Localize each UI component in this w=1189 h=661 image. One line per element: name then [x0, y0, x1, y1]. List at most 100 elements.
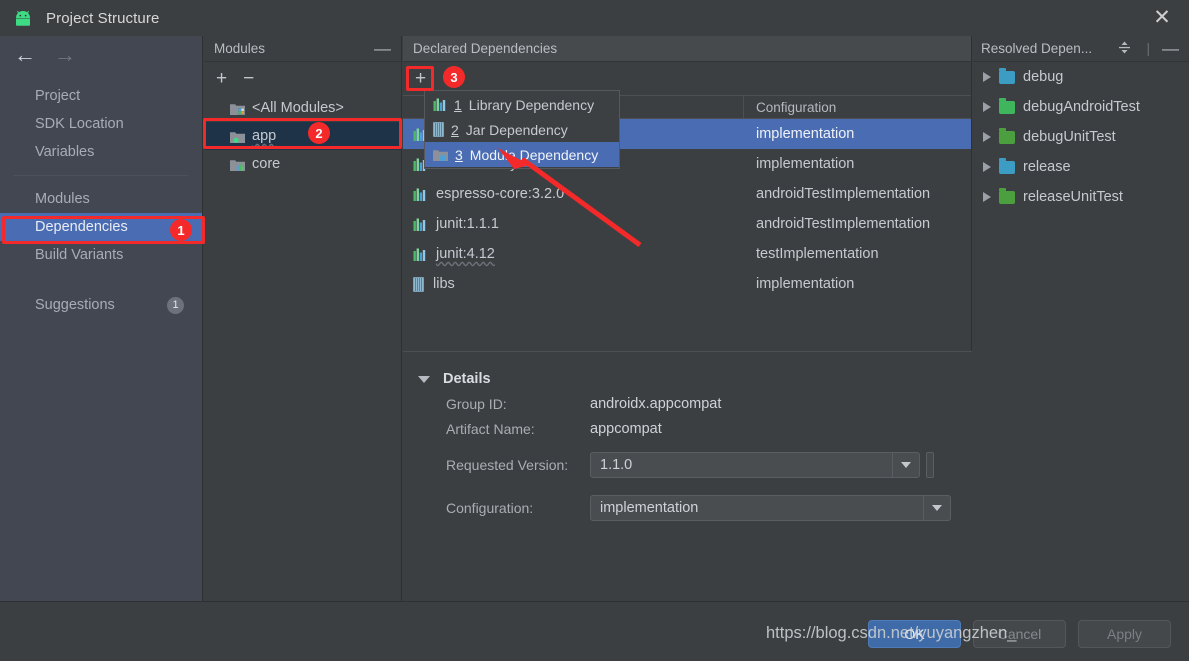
resolved-row-debug[interactable]: debug	[973, 62, 1189, 92]
project-structure-dialog: Project Structure ✕ ← → Project SDK Loca…	[0, 0, 1189, 661]
artifact-name-label: Artifact Name:	[446, 421, 535, 437]
sidebar-item-build-variants[interactable]: Build Variants	[0, 241, 202, 269]
folder-icon	[999, 187, 1015, 204]
watermark: https://blog.csdn.net/yuyangzhen_	[766, 624, 1017, 642]
table-row[interactable]: junit:1.1.1 androidTestImplementation	[403, 209, 971, 239]
nav-arrows: ← →	[0, 36, 202, 66]
minimize-icon[interactable]: —	[374, 40, 391, 57]
dependency-configuration: androidTestImplementation	[756, 216, 931, 232]
collapse-all-icon[interactable]	[1117, 40, 1132, 58]
version-stepper[interactable]	[926, 452, 934, 478]
resolved-label: release	[1023, 159, 1071, 175]
sidebar-item-label: SDK Location	[35, 116, 124, 132]
group-id-row: Group ID: androidx.appcompat	[403, 396, 972, 412]
remove-module-button[interactable]: −	[243, 69, 254, 88]
resolved-row-release-unit-test[interactable]: releaseUnitTest	[973, 182, 1189, 212]
chevron-right-icon[interactable]	[983, 72, 991, 82]
library-module-icon	[230, 158, 245, 171]
menu-item-label: Jar Dependency	[465, 121, 568, 138]
declared-dependencies-title: Declared Dependencies	[413, 41, 558, 56]
sidebar-divider	[14, 175, 188, 176]
library-icon	[413, 247, 427, 262]
requested-version-row: Requested Version: 1.1.0	[403, 452, 972, 478]
chevron-right-icon[interactable]	[983, 192, 991, 202]
menu-mnemonic: 3	[455, 146, 463, 163]
resolved-dependencies-header: Resolved Depen... | —	[973, 36, 1189, 62]
dependency-configuration: implementation	[756, 126, 855, 142]
left-sidebar: ← → Project SDK Location Variables Modul…	[0, 36, 203, 601]
details-section: Details Group ID: androidx.appcompat Art…	[403, 351, 972, 601]
resolved-label: debugUnitTest	[1023, 129, 1116, 145]
column-header-configuration[interactable]: Configuration	[744, 96, 971, 118]
resolved-dependencies-panel: Resolved Depen... | — debug debugAndroid…	[973, 36, 1189, 601]
dependency-name-cell: libs	[403, 276, 744, 292]
modules-panel-header: Modules —	[204, 36, 401, 62]
sidebar-item-label: Dependencies	[35, 219, 128, 235]
details-header[interactable]: Details	[403, 352, 972, 387]
annotation-marker-1: 1	[170, 219, 192, 241]
resolved-dependencies-title: Resolved Depen...	[981, 41, 1093, 56]
sidebar-nav-list: Project SDK Location Variables Modules D…	[0, 82, 202, 319]
sidebar-item-sdk-location[interactable]: SDK Location	[0, 110, 202, 138]
resolved-row-debug-unit-test[interactable]: debugUnitTest	[973, 122, 1189, 152]
chevron-right-icon[interactable]	[983, 132, 991, 142]
chevron-right-icon[interactable]	[983, 102, 991, 112]
all-modules-icon	[230, 102, 245, 115]
modules-panel-title: Modules	[214, 41, 266, 56]
resolved-row-release[interactable]: release	[973, 152, 1189, 182]
window-title: Project Structure	[46, 9, 160, 27]
details-title: Details	[443, 371, 491, 387]
close-icon[interactable]: ✕	[1149, 5, 1175, 31]
requested-version-combobox[interactable]: 1.1.0	[590, 452, 920, 478]
chevron-down-icon[interactable]	[923, 496, 950, 520]
requested-version-label: Requested Version:	[446, 457, 569, 473]
menu-mnemonic: 1	[454, 96, 462, 113]
menu-item-library-dependency[interactable]: 1 Library Dependency	[425, 92, 619, 117]
arrow-left-icon[interactable]: ←	[14, 44, 36, 66]
menu-item-jar-dependency[interactable]: 2 Jar Dependency	[425, 117, 619, 142]
add-module-button[interactable]: +	[216, 69, 227, 88]
sidebar-item-label: Suggestions	[35, 297, 115, 313]
configuration-label: Configuration:	[446, 500, 534, 516]
annotation-arrow	[490, 145, 660, 255]
resolved-label: debugAndroidTest	[1023, 99, 1140, 115]
sidebar-item-label: Variables	[35, 144, 95, 160]
sidebar-item-variables[interactable]: Variables	[0, 138, 202, 166]
module-label: core	[252, 156, 281, 172]
resolved-row-debug-android-test[interactable]: debugAndroidTest	[973, 92, 1189, 122]
modules-panel: Modules — + − <All Modules> app core	[204, 36, 402, 601]
dependency-configuration: androidTestImplementation	[756, 186, 931, 202]
arrow-right-icon[interactable]: →	[54, 44, 76, 66]
module-row-all-modules[interactable]: <All Modules>	[204, 94, 401, 122]
library-icon	[433, 97, 447, 112]
resolved-label: releaseUnitTest	[1023, 189, 1123, 205]
app-module-row[interactable]: app	[204, 122, 401, 150]
requested-version-value: 1.1.0	[600, 457, 633, 473]
sidebar-item-modules[interactable]: Modules	[0, 185, 202, 213]
module-label: app	[252, 128, 277, 144]
chevron-down-icon[interactable]	[418, 375, 430, 383]
sidebar-item-label: Project	[35, 88, 81, 104]
table-row[interactable]: libs implementation	[403, 269, 971, 299]
sidebar-item-project[interactable]: Project	[0, 82, 202, 110]
core-module-row[interactable]: core	[204, 150, 401, 178]
folder-icon	[999, 157, 1015, 174]
apply-button[interactable]: Apply	[1078, 620, 1171, 648]
add-dependency-button[interactable]: +	[415, 69, 426, 88]
minimize-icon[interactable]: —	[1162, 40, 1179, 57]
title-bar: Project Structure ✕	[0, 0, 1189, 36]
chevron-right-icon[interactable]	[983, 162, 991, 172]
table-row[interactable]: junit:4.12 testImplementation	[403, 239, 971, 269]
table-row[interactable]: espresso-core:3.2.0 androidTestImplement…	[403, 179, 971, 209]
jar-icon	[433, 122, 444, 137]
configuration-combobox[interactable]: implementation	[590, 495, 951, 521]
module-label: <All Modules>	[252, 100, 344, 116]
folder-icon	[999, 67, 1015, 84]
group-id-label: Group ID:	[446, 396, 507, 412]
android-icon	[12, 7, 34, 29]
android-module-icon	[230, 130, 245, 143]
menu-mnemonic: 2	[451, 121, 459, 138]
modules-toolbar: + −	[204, 62, 401, 94]
chevron-down-icon[interactable]	[892, 453, 919, 477]
sidebar-item-suggestions[interactable]: Suggestions 1	[0, 291, 202, 319]
